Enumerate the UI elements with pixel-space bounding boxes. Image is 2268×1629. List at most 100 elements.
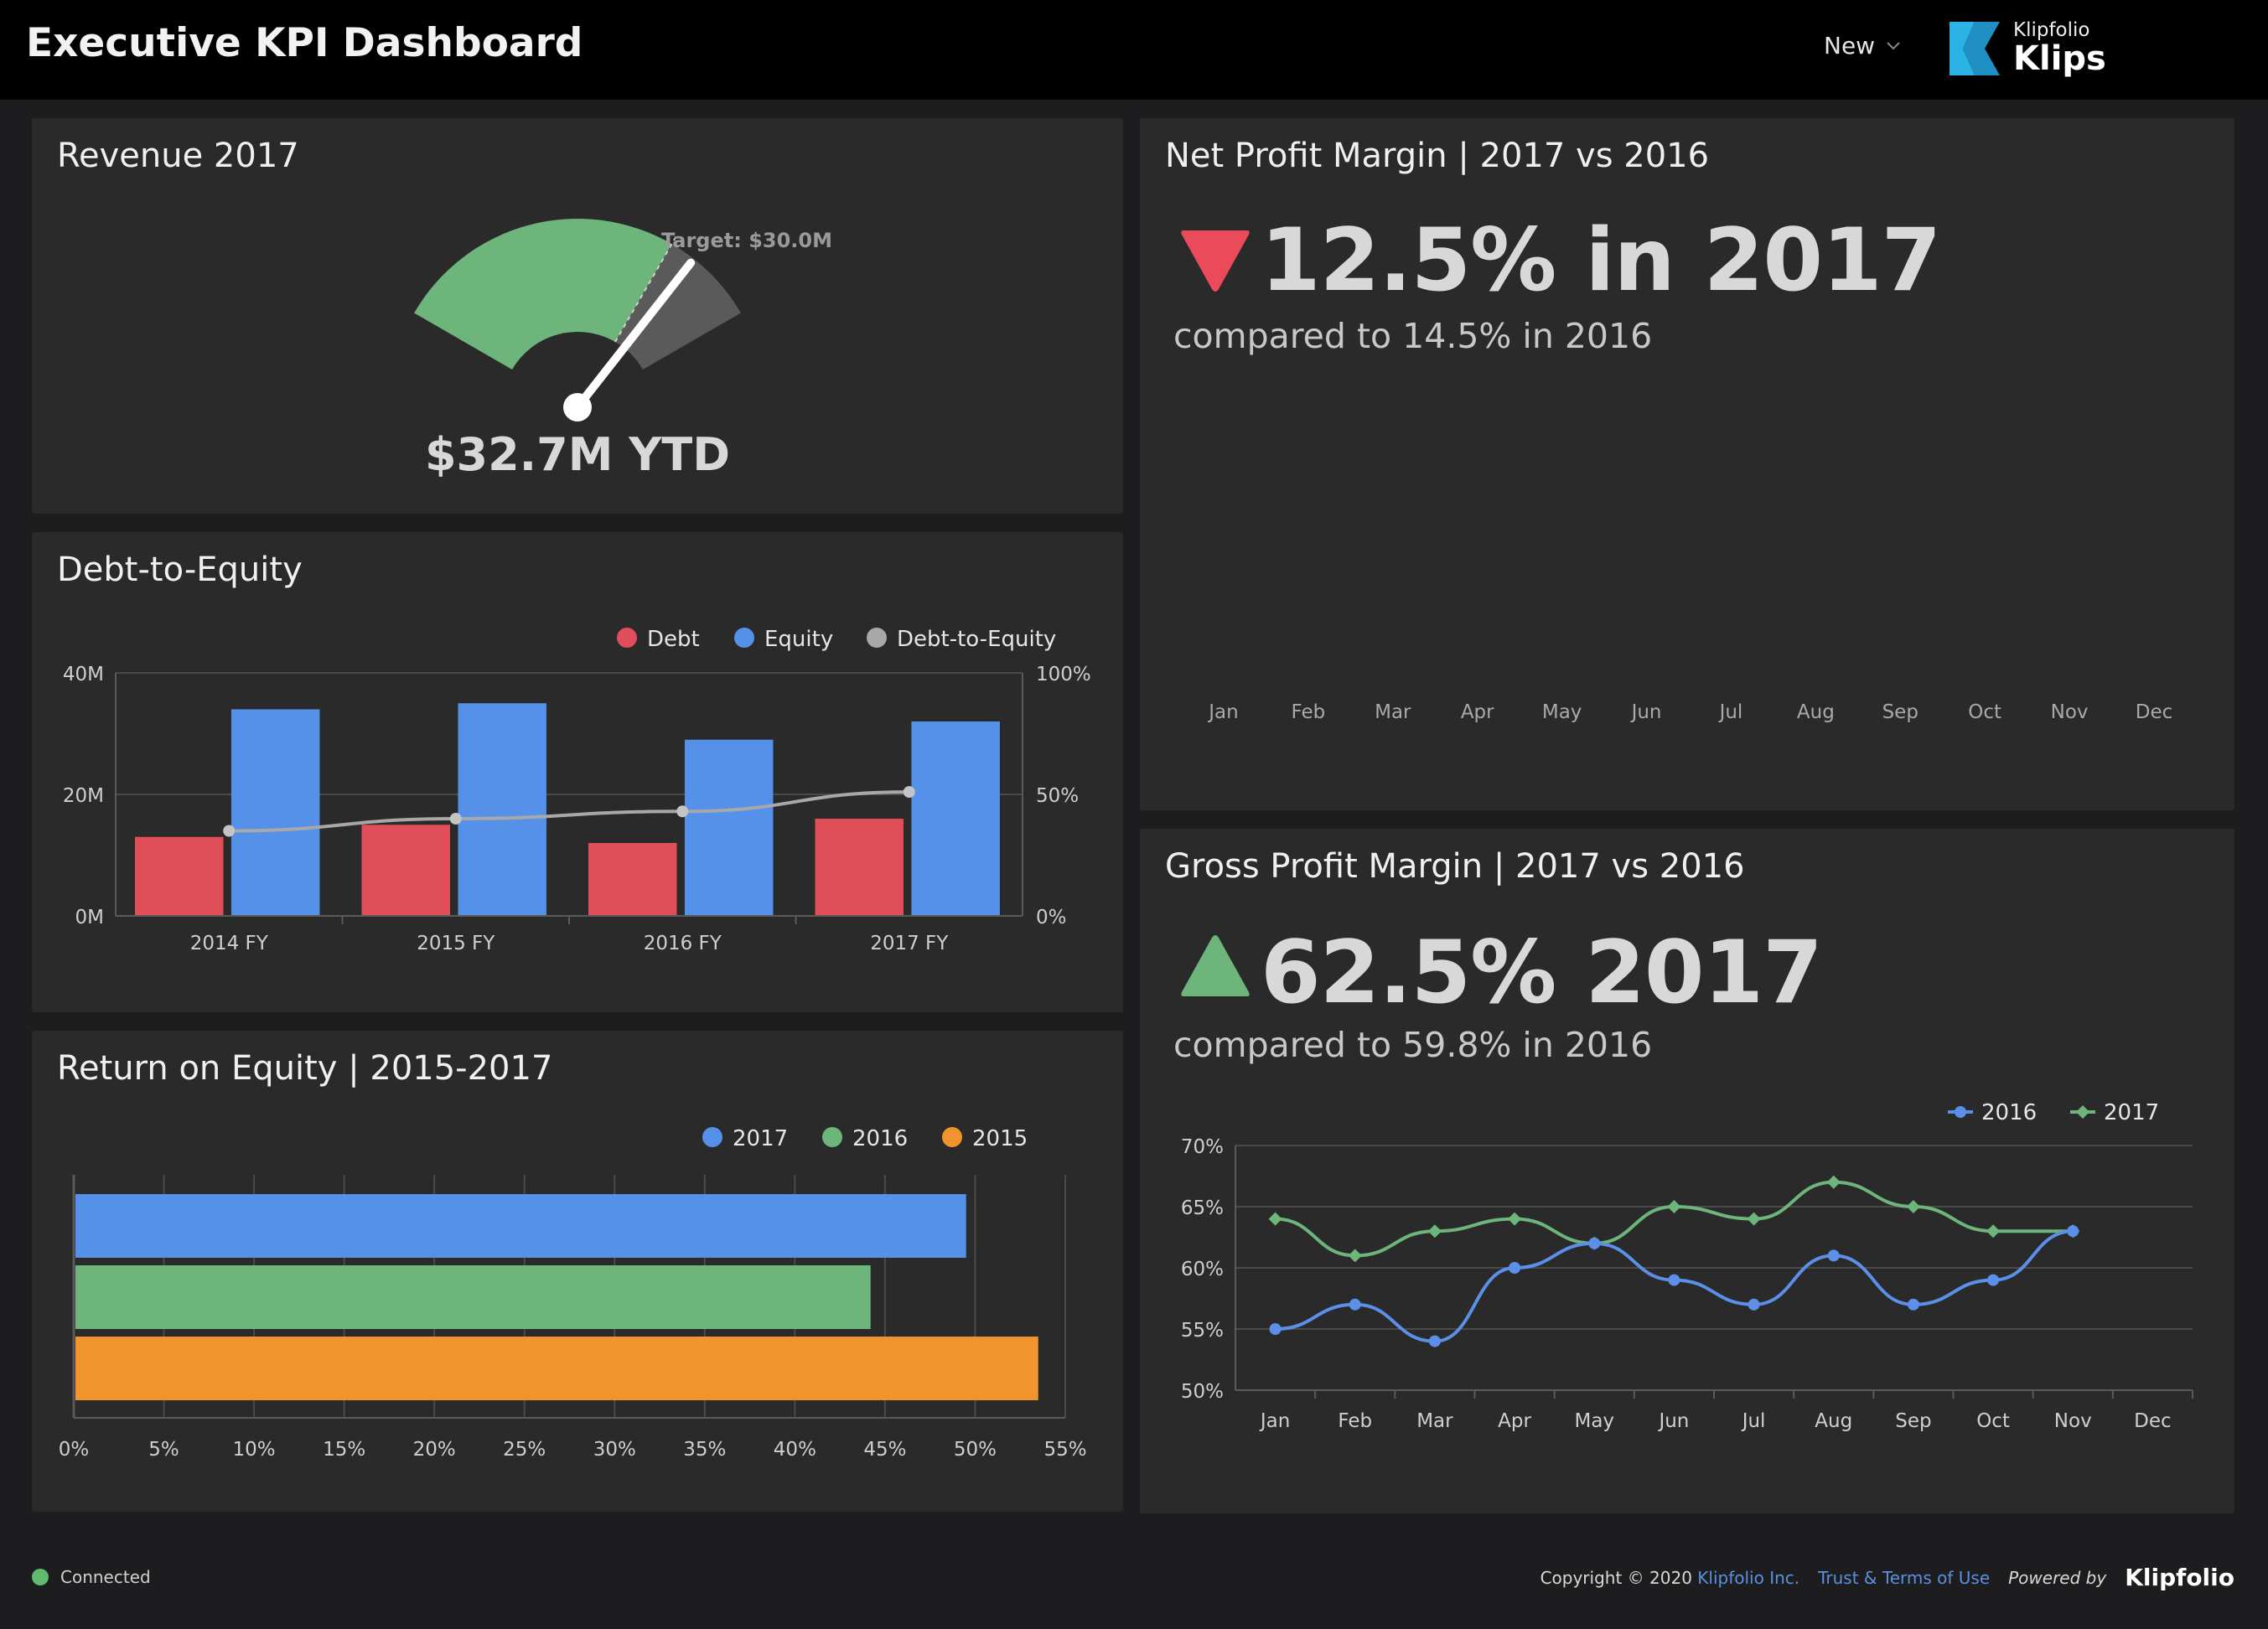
ratio-line [229, 790, 909, 833]
point-2016 [1827, 1249, 1840, 1262]
x-tick-label: Dec [2134, 1410, 2172, 1432]
roe-bars [75, 1194, 1038, 1400]
x-tick-label: 30% [593, 1439, 636, 1461]
month-label: Nov [2051, 701, 2089, 723]
x-tick-label: Jun [1657, 1410, 1689, 1432]
point-2017 [1986, 1224, 2001, 1239]
equity-bar [911, 721, 1000, 916]
legend-ratio-label: Debt-to-Equity [897, 627, 1056, 652]
x-tick-label: 20% [413, 1439, 456, 1461]
gross-profit-grid [1235, 1145, 2193, 1391]
roe-bar-2015 [75, 1337, 1038, 1400]
point-2016 [1588, 1237, 1601, 1249]
x-tick-label: 50% [954, 1439, 997, 1461]
x-tick-label: Feb [1338, 1410, 1372, 1432]
terms-link[interactable]: Trust & Terms of Use [1818, 1568, 1990, 1588]
legend-debt-label: Debt [647, 627, 700, 652]
gross-profit-axes: 50% 55% 60% 65% 70% Jan Feb Mar Apr May Jun Jul Aug S… [1181, 1136, 2193, 1432]
top-bar: Executive KPI Dashboard New Klipfolio Kl… [0, 0, 2268, 100]
roe-panel: Return on Equity | 2015-2017 2017 2016 2… [32, 1031, 1123, 1512]
debt-bar [134, 836, 224, 916]
point-2017 [1747, 1212, 1761, 1226]
legend-equity-dot [734, 628, 754, 648]
y-tick-label: 70% [1181, 1136, 1224, 1158]
month-label: May [1542, 701, 1582, 723]
debt-equity-panel: Debt-to-Equity Debt Equity Debt-to-Equit… [32, 532, 1123, 1012]
y-tick-label: 40M [63, 664, 104, 685]
legend-marker-2016 [1955, 1106, 1966, 1118]
legend-2016-label: 2016 [852, 1126, 908, 1151]
connection-status: Connected [32, 1567, 151, 1587]
x-tick-label: Mar [1416, 1410, 1453, 1432]
net-profit-value: 12.5% in 2017 [1261, 210, 1941, 311]
x-tick-label: 2017 FY [870, 933, 949, 954]
debt-equity-legend: Debt Equity Debt-to-Equity [617, 627, 1056, 652]
month-label: Sep [1882, 701, 1918, 723]
status-dot-icon [32, 1569, 49, 1585]
net-profit-title: Net Profit Margin | 2017 vs 2016 [1165, 137, 1710, 175]
series-line-2016 [1275, 1229, 2074, 1343]
ratio-point [449, 813, 462, 825]
point-2016 [1349, 1298, 1361, 1311]
y2-tick-label: 50% [1036, 785, 1079, 807]
month-label: Jun [1630, 701, 1662, 723]
gross-profit-chart: 2016 2017 50% 55% 60% 65% 70% Jan Feb Mar Apr May J… [1181, 1100, 2193, 1432]
series-line-2017 [1275, 1180, 2074, 1258]
chevron-down-icon [1887, 41, 1900, 49]
equity-bar [458, 703, 546, 916]
month-label: Mar [1375, 701, 1411, 723]
gauge-target-label: Target: $30.0M [661, 229, 832, 252]
x-tick-label: May [1574, 1410, 1614, 1432]
x-tick-label: 40% [774, 1439, 816, 1461]
gauge-hub [563, 393, 592, 421]
x-tick-label: 45% [863, 1439, 906, 1461]
legend-label-2017: 2017 [2104, 1100, 2159, 1125]
debt-bar [361, 825, 450, 916]
x-tick-label: 0% [59, 1439, 90, 1461]
x-tick-label: 15% [323, 1439, 365, 1461]
x-tick-label: Jan [1259, 1410, 1290, 1432]
month-label: Dec [2136, 701, 2173, 723]
brand-small-text: Klipfolio [2013, 19, 2090, 41]
month-label: Feb [1292, 701, 1326, 723]
point-2016 [1987, 1274, 2000, 1286]
brand-big-text: Klips [2013, 39, 2106, 78]
x-tick-label: 2015 FY [417, 933, 495, 954]
point-2017 [1826, 1175, 1841, 1189]
ratio-point [676, 805, 689, 818]
point-2016 [1668, 1274, 1680, 1286]
revenue-gauge: Target: $30.0M $32.7M YTD [414, 219, 832, 481]
x-tick-label: 55% [1043, 1439, 1086, 1461]
legend-2015-dot [942, 1127, 962, 1147]
x-tick-label: Nov [2054, 1410, 2092, 1432]
roe-chart: 2017 2016 2015 0% 5% 10% 15% 20% 25% 30% 35% 40%… [59, 1126, 1087, 1461]
point-2017 [1348, 1249, 1362, 1263]
ratio-point [903, 786, 915, 799]
y-tick-label: 65% [1181, 1197, 1224, 1219]
equity-bar [684, 739, 774, 916]
roe-legend: 2017 2016 2015 [702, 1126, 1028, 1151]
x-tick-label: Oct [1976, 1410, 2010, 1432]
y-tick-label: 55% [1181, 1320, 1224, 1342]
y-tick-label: 60% [1181, 1259, 1224, 1280]
y-tick-label: 20M [63, 785, 104, 807]
debt-equity-chart: Debt Equity Debt-to-Equity 0M 20M 40M 0% 50%… [63, 627, 1091, 954]
debt-equity-bars [134, 703, 1000, 916]
legend-2017-dot [702, 1127, 722, 1147]
new-menu-button[interactable]: New [1824, 32, 1902, 59]
company-link[interactable]: Klipfolio Inc. [1697, 1568, 1799, 1588]
klipfolio-footer-logo[interactable]: Klipfolio [2125, 1564, 2234, 1591]
point-2016 [1269, 1323, 1282, 1335]
point-2016 [2067, 1225, 2079, 1238]
gauge-value-label: $32.7M YTD [425, 428, 730, 481]
gross-profit-legend: 2016 2017 [1948, 1100, 2159, 1125]
legend-ratio-dot [867, 628, 887, 648]
footer: Copyright © 2020 Klipfolio Inc. Trust & … [1540, 1564, 2234, 1591]
y-tick-label: 0M [75, 907, 104, 928]
copyright-text: Copyright © 2020 Klipfolio Inc. [1540, 1568, 1800, 1588]
klips-logo[interactable]: Klipfolio Klips [1946, 18, 2106, 79]
x-tick-label: 2014 FY [190, 933, 269, 954]
status-text: Connected [60, 1567, 151, 1587]
new-menu-label: New [1824, 32, 1876, 59]
copyright-label: Copyright © 2020 [1540, 1567, 1692, 1588]
